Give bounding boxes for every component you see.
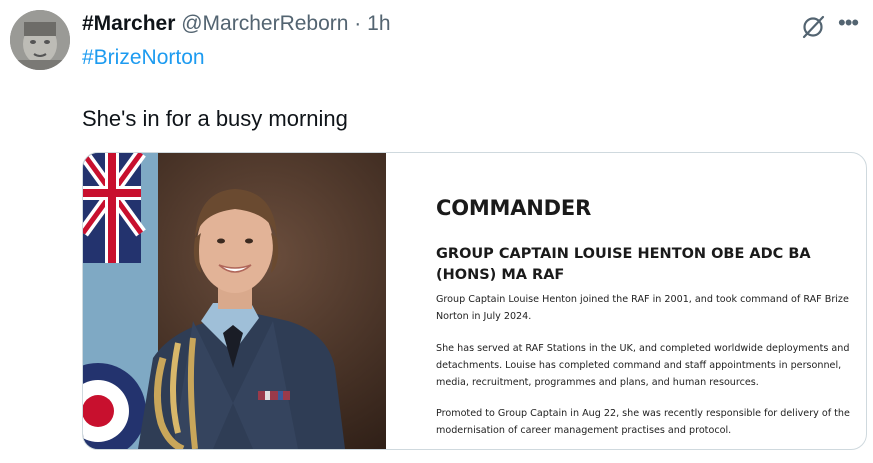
avatar[interactable]: [10, 10, 70, 70]
doc-title: COMMANDER: [436, 196, 592, 220]
hashtag-link[interactable]: #BrizeNorton: [82, 44, 205, 72]
doc-paragraph: She has served at RAF Stations in the UK…: [436, 343, 850, 388]
profile-avatar-image: [10, 10, 70, 70]
doc-paragraph: Group Captain Louise Henton joined the R…: [436, 294, 849, 322]
doc-paragraph: Promoted to Group Captain in Aug 22, she…: [436, 408, 850, 436]
attached-image[interactable]: COMMANDER GROUP CAPTAIN LOUISE HENTON OB…: [82, 152, 867, 450]
grok-slash-icon[interactable]: [799, 13, 827, 41]
timestamp[interactable]: 1h: [367, 12, 390, 35]
officer-portrait-photo: [83, 153, 386, 449]
doc-subtitle: GROUP CAPTAIN LOUISE HENTON OBE ADC BA (…: [436, 246, 811, 283]
user-handle[interactable]: @MarcherReborn: [181, 12, 348, 35]
separator-dot: ·: [354, 12, 362, 35]
tweet-header: #Marcher @MarcherReborn · 1h: [82, 10, 391, 38]
display-name[interactable]: #Marcher: [82, 12, 175, 35]
tweet-text: She's in for a busy morning: [82, 106, 348, 131]
more-dots-icon[interactable]: •••: [838, 12, 866, 40]
document-panel: COMMANDER GROUP CAPTAIN LOUISE HENTON OB…: [436, 153, 866, 449]
